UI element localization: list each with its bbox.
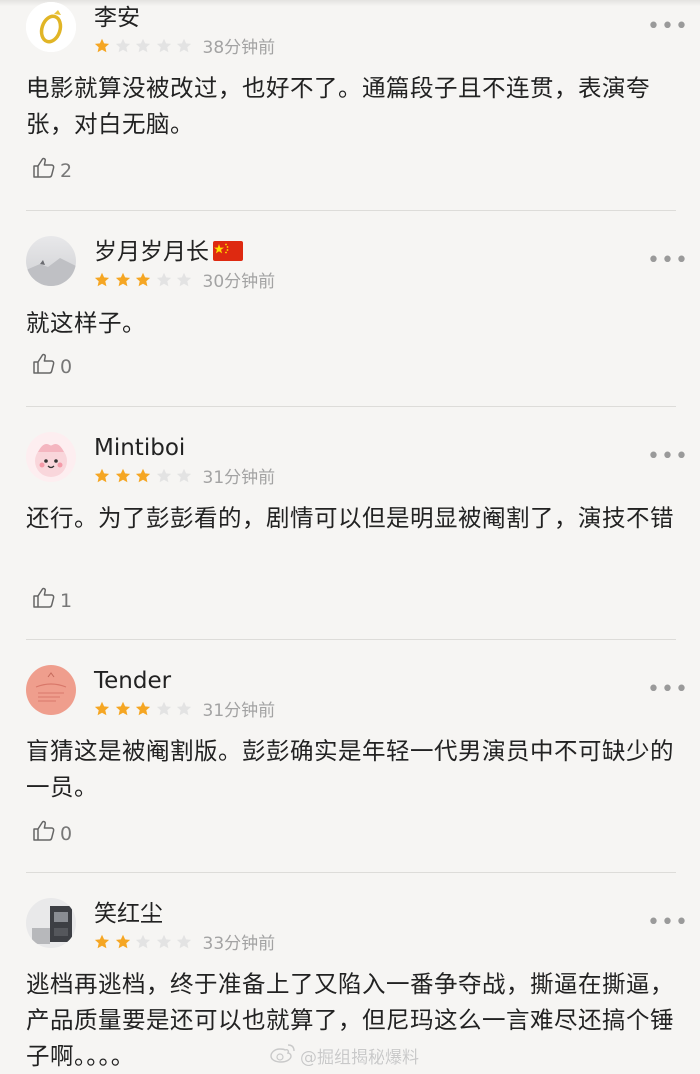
- pink-cartoon-icon: [26, 432, 76, 482]
- username[interactable]: 李安: [94, 3, 140, 33]
- review-text: 盲猜这是被阉割版。彭彭确实是年轻一代男演员中不可缺少的一员。: [26, 737, 674, 801]
- like-button[interactable]: 2: [32, 156, 72, 185]
- more-options-button[interactable]: •••: [647, 446, 688, 468]
- username-text: 李安: [94, 5, 140, 31]
- avatar[interactable]: [26, 236, 76, 286]
- username-text: 岁月岁月长: [94, 239, 209, 265]
- avatar[interactable]: [26, 665, 76, 715]
- rating: 30分钟前: [94, 272, 275, 292]
- timestamp: 30分钟前: [202, 272, 276, 292]
- avatar[interactable]: [26, 432, 76, 482]
- star-filled-icon: [94, 272, 110, 288]
- timestamp: 33分钟前: [202, 934, 276, 954]
- more-options-button[interactable]: •••: [647, 679, 688, 701]
- star-empty-icon: [135, 38, 151, 54]
- star-empty-icon: [176, 701, 192, 717]
- username[interactable]: 笑红尘: [94, 899, 163, 929]
- star-empty-icon: [115, 38, 131, 54]
- thumbs-up-icon: [32, 819, 60, 848]
- star-rating: [94, 701, 197, 721]
- username-text: 笑红尘: [94, 901, 163, 927]
- star-empty-icon: [156, 468, 172, 484]
- star-filled-icon: [135, 701, 151, 717]
- review-text: 就这样子。: [26, 309, 146, 337]
- timestamp: 31分钟前: [202, 468, 276, 488]
- star-empty-icon: [176, 468, 192, 484]
- rating: 31分钟前: [94, 468, 275, 488]
- coral-postcard-icon: [26, 665, 76, 715]
- avatar[interactable]: [26, 898, 76, 948]
- star-filled-icon: [115, 272, 131, 288]
- star-filled-icon: [94, 934, 110, 950]
- star-filled-icon: [135, 468, 151, 484]
- like-button[interactable]: 0: [32, 819, 72, 848]
- thumbs-up-icon: [32, 156, 60, 185]
- divider: [26, 210, 676, 211]
- rating: 33分钟前: [94, 934, 275, 954]
- star-filled-icon: [115, 701, 131, 717]
- star-rating: [94, 468, 197, 488]
- star-filled-icon: [135, 272, 151, 288]
- more-options-button[interactable]: •••: [647, 912, 688, 934]
- star-filled-icon: [94, 701, 110, 717]
- like-count: 1: [60, 589, 73, 612]
- timestamp: 31分钟前: [202, 701, 276, 721]
- star-filled-icon: [94, 468, 110, 484]
- star-rating: [94, 38, 197, 58]
- like-count: 0: [60, 355, 73, 378]
- weibo-icon: [270, 1043, 300, 1068]
- star-empty-icon: [176, 934, 192, 950]
- username-text: Mintiboi: [94, 435, 186, 461]
- timestamp: 38分钟前: [202, 38, 276, 58]
- star-empty-icon: [156, 934, 172, 950]
- gold-ring-icon: [26, 2, 76, 52]
- review-text: 电影就算没被改过，也好不了。通篇段子且不连贯，表演夸张，对白无脑。: [26, 74, 650, 138]
- star-empty-icon: [176, 272, 192, 288]
- star-rating: [94, 934, 197, 954]
- like-button[interactable]: 0: [32, 352, 72, 381]
- username[interactable]: Tender: [94, 666, 171, 696]
- username-text: Tender: [94, 668, 172, 694]
- divider: [26, 639, 676, 640]
- avatar[interactable]: [26, 2, 76, 52]
- star-empty-icon: [135, 934, 151, 950]
- star-filled-icon: [115, 468, 131, 484]
- dark-room-photo-icon: [26, 898, 76, 948]
- star-empty-icon: [156, 272, 172, 288]
- more-options-button[interactable]: •••: [647, 16, 688, 38]
- star-empty-icon: [156, 701, 172, 717]
- like-count: 2: [60, 159, 73, 182]
- star-empty-icon: [156, 38, 172, 54]
- username[interactable]: Mintiboi: [94, 433, 185, 463]
- divider: [26, 872, 676, 873]
- more-options-button[interactable]: •••: [647, 250, 688, 272]
- star-filled-icon: [115, 934, 131, 950]
- star-filled-icon: [94, 38, 110, 54]
- star-rating: [94, 272, 197, 292]
- watermark: @掘组揭秘爆料: [270, 1043, 419, 1068]
- review-text: 还行。为了彭彭看的，剧情可以但是明显被阉割了，演技不错: [26, 504, 674, 532]
- star-empty-icon: [176, 38, 192, 54]
- like-button[interactable]: 1: [32, 586, 72, 615]
- thumbs-up-icon: [32, 352, 60, 381]
- divider: [26, 406, 676, 407]
- china-flag-icon: [213, 239, 243, 269]
- username[interactable]: 岁月岁月长: [94, 237, 243, 269]
- watermark-text: @掘组揭秘爆料: [300, 1048, 419, 1068]
- rating: 31分钟前: [94, 701, 275, 721]
- thumbs-up-icon: [32, 586, 60, 615]
- like-count: 0: [60, 822, 73, 845]
- rating: 38分钟前: [94, 38, 275, 58]
- landscape-photo-icon: [26, 236, 76, 286]
